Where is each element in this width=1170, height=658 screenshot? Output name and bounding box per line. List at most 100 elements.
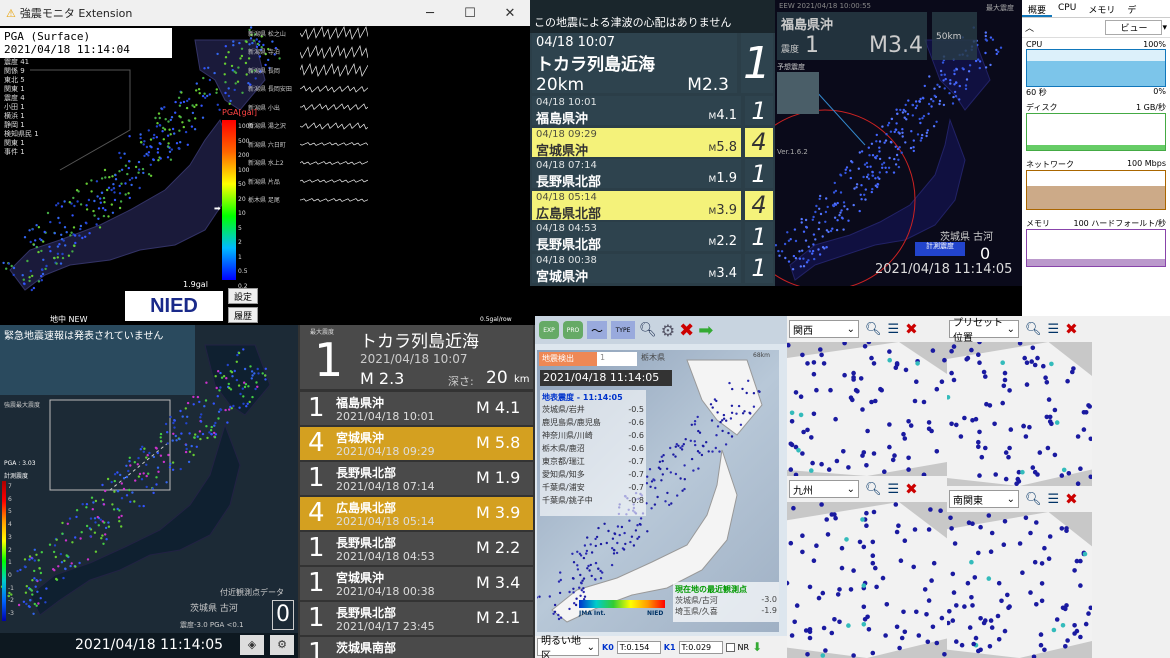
quake-row[interactable]: 04/18 10:01 福島県沖 M4.1 1: [532, 96, 773, 127]
locate-icon[interactable]: ◈: [240, 635, 264, 655]
search-icon[interactable]: 🔍︎: [639, 322, 657, 338]
station-dot: [46, 211, 50, 215]
history-row[interactable]: 4 宮城県沖 2021/04/18 09:29 M 5.8: [300, 427, 533, 460]
list-icon[interactable]: ☰: [888, 482, 900, 497]
pro-button[interactable]: PRO: [563, 321, 583, 339]
type-button[interactable]: TYPE: [611, 321, 635, 339]
history-main-card[interactable]: 最大震度 1 トカラ列島近海 2021/04/18 10:07 M 2.3 深さ…: [300, 325, 533, 389]
station-dot: [167, 453, 170, 457]
arrow-down-icon[interactable]: ⬇: [752, 640, 762, 654]
history-row[interactable]: 4 広島県北部 2021/04/18 05:14 M 3.9: [300, 497, 533, 530]
quake-row[interactable]: 04/18 04:53 長野県北部 M2.2 1: [532, 222, 773, 253]
region-select[interactable]: 南関東 ⌄: [949, 490, 1019, 508]
station-dot: [962, 415, 967, 421]
station-dot: [247, 385, 250, 388]
station-dot: [111, 211, 115, 214]
station-dot: [786, 231, 789, 234]
area-select-value: 明るい地区: [541, 636, 581, 658]
quake-row[interactable]: 04/18 07:14 長野県北部 M1.9 1: [532, 159, 773, 190]
chevron-up-icon[interactable]: ︿: [1025, 21, 1034, 34]
nr-checkbox[interactable]: [725, 642, 735, 652]
view-button[interactable]: ビュー: [1105, 20, 1163, 35]
station-dot: [722, 417, 726, 420]
station-dot: [215, 91, 218, 95]
zoom-icon[interactable]: 🔍︎: [1025, 492, 1042, 507]
station-dot: [731, 387, 734, 391]
quake-row[interactable]: 04/18 00:38 宮城県沖 M3.4 1: [532, 253, 773, 285]
waveform-station: 新潟県 片品: [248, 178, 280, 186]
station-dot: [705, 441, 708, 444]
station-dot: [901, 128, 904, 131]
history-row[interactable]: 1 宮城県沖 2021/04/18 00:38 M 3.4: [300, 567, 533, 600]
region-select[interactable]: プリセット位置 ⌄: [949, 318, 1019, 344]
history-button[interactable]: 履歴: [228, 307, 258, 323]
history-row[interactable]: 1 茨城県南部: [300, 637, 533, 658]
station-dot: [54, 555, 57, 559]
eew-intensity: 1: [805, 33, 820, 58]
tab-0[interactable]: 概要: [1022, 0, 1053, 17]
close-icon[interactable]: ✖: [1065, 490, 1078, 508]
jma-list-place: 茨城県/岩井: [542, 405, 585, 414]
list-icon[interactable]: ☰: [888, 322, 900, 337]
task-manager-tabs: 概要 CPU メモリデ: [1022, 0, 1170, 18]
wave-icon[interactable]: 〜: [587, 321, 607, 339]
station-dot: [31, 579, 34, 582]
zoom-icon[interactable]: 🔍︎: [865, 482, 882, 497]
station-dot: [573, 602, 576, 605]
station-dot: [166, 134, 170, 137]
station-dot: [93, 214, 96, 217]
station-dot: [97, 217, 100, 220]
tab-1[interactable]: CPU: [1052, 0, 1082, 17]
jma-list-place: 神奈川県/川崎: [542, 431, 593, 440]
station-dot: [2, 261, 5, 265]
station-dot: [911, 103, 914, 107]
zoom-icon[interactable]: 🔍︎: [865, 322, 882, 337]
station-dot: [985, 39, 989, 42]
quake-row[interactable]: 04/18 05:14 広島県北部 M3.9 4: [532, 190, 773, 222]
quake-row[interactable]: 04/18 09:29 宮城県沖 M5.8 4: [532, 127, 773, 159]
tab-2[interactable]: メモリ: [1082, 0, 1121, 17]
station-dot: [576, 568, 580, 571]
k1-field[interactable]: T:0.029: [678, 640, 723, 654]
settings-button[interactable]: 設定: [228, 288, 258, 304]
history-row[interactable]: 1 長野県北部 2021/04/17 23:45 M 2.1: [300, 602, 533, 635]
close-icon[interactable]: ✖: [679, 320, 694, 341]
station-dot: [134, 165, 138, 169]
gear-icon[interactable]: ⚙: [661, 321, 675, 340]
zoom-icon[interactable]: 🔍︎: [1025, 322, 1042, 337]
arrow-right-icon[interactable]: ➡: [698, 320, 713, 341]
latest-quake-card[interactable]: 04/18 10:07 トカラ列島近海 20km M2.3: [532, 33, 737, 95]
history-row[interactable]: 1 長野県北部 2021/04/18 04:53 M 2.2: [300, 532, 533, 565]
list-icon[interactable]: ☰: [1048, 322, 1060, 337]
station-dot: [156, 151, 160, 154]
station-dot: [124, 193, 127, 196]
history-row[interactable]: 1 福島県沖 2021/04/18 10:01 M 4.1: [300, 392, 533, 425]
station-dot: [1021, 423, 1026, 429]
station-dot: [864, 463, 869, 468]
tab-3[interactable]: デ: [1121, 0, 1142, 17]
station-dot: [75, 515, 78, 519]
close-icon[interactable]: ✖: [905, 480, 918, 498]
station-dot: [57, 216, 60, 220]
k0-field[interactable]: T:0.154: [616, 640, 661, 654]
station-dot: [898, 558, 904, 563]
area-select[interactable]: 明るい地区 ⌄: [537, 636, 599, 658]
region-select[interactable]: 九州 ⌄: [789, 480, 859, 498]
station-dot: [78, 561, 81, 565]
list-icon[interactable]: ☰: [1048, 492, 1060, 507]
gear-icon[interactable]: ⚙: [270, 635, 294, 655]
chevron-down-icon[interactable]: ▾: [1162, 23, 1167, 33]
station-dot: [197, 88, 201, 91]
station-dot: [582, 590, 585, 594]
station-dot: [669, 446, 672, 450]
station-dot: [938, 99, 942, 103]
close-icon[interactable]: ✖: [1065, 320, 1078, 338]
region-select[interactable]: 関西 ⌄: [789, 320, 859, 338]
exp-button[interactable]: EXP: [539, 321, 559, 339]
history-row[interactable]: 1 長野県北部 2021/04/18 07:14 M 1.9: [300, 462, 533, 495]
latest-quake-depth: 20km: [536, 75, 585, 95]
station-dot: [796, 448, 801, 453]
close-icon[interactable]: ✖: [905, 320, 918, 338]
station-dot: [32, 612, 35, 615]
station-dot: [118, 206, 122, 210]
